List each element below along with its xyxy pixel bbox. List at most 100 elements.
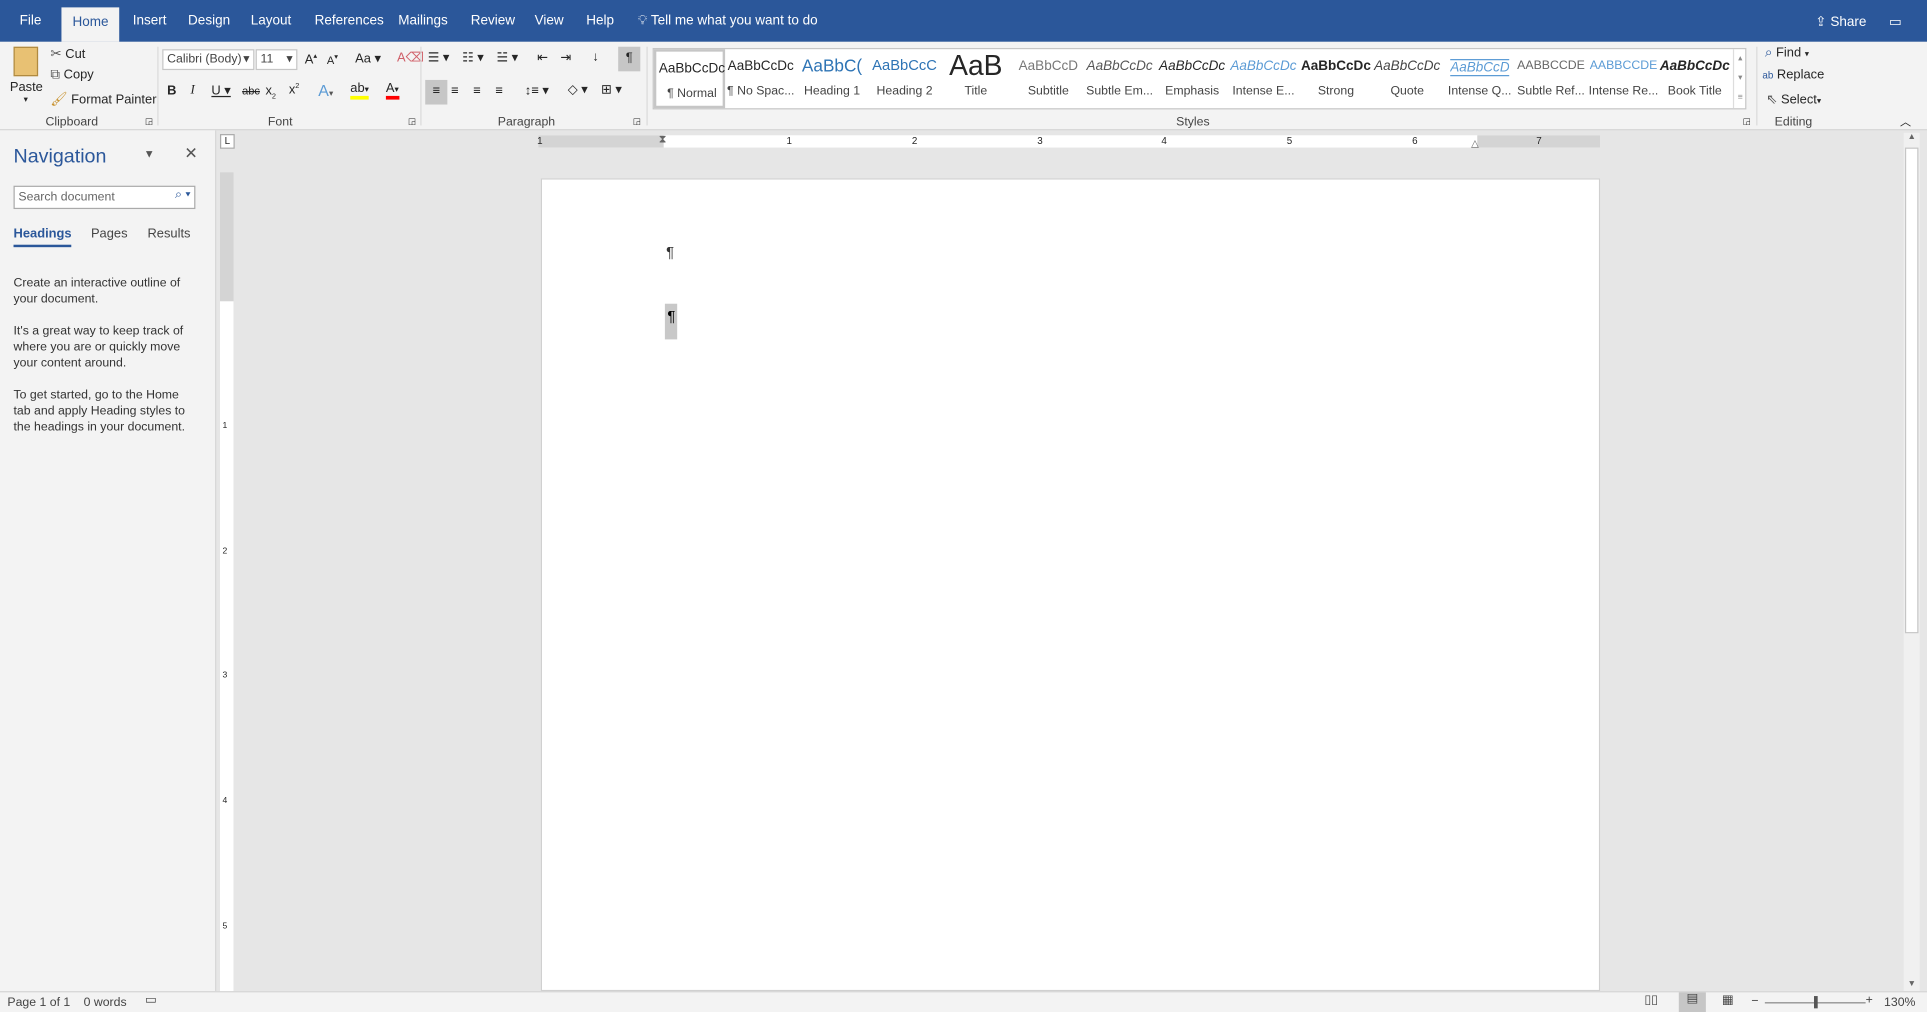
tab-results[interactable]: Results <box>147 226 190 241</box>
line-spacing-icon[interactable]: ↕≡ ▾ <box>525 84 549 99</box>
styles-scroll[interactable]: ▴ ▾ ≡ <box>1732 49 1747 109</box>
italic-icon[interactable]: I <box>190 84 194 98</box>
underline-icon[interactable]: U ▾ <box>211 84 230 99</box>
multilevel-list-icon[interactable]: ☱ ▾ <box>497 50 519 65</box>
font-launcher-icon[interactable]: ◲ <box>408 117 416 127</box>
style-name: Subtle Em... <box>1086 84 1154 99</box>
style-quote[interactable]: AaBbCcDc Quote <box>1372 49 1443 108</box>
tab-home[interactable]: Home <box>61 7 120 42</box>
tab-pages[interactable]: Pages <box>91 226 128 241</box>
find-button[interactable]: ⌕ Find ▾ <box>1765 45 1809 61</box>
style-intense-emphasis[interactable]: AaBbCcDc Intense E... <box>1228 49 1299 108</box>
search-input[interactable]: Search document ⌕ ▾ <box>13 185 196 210</box>
page-count[interactable]: Page 1 of 1 <box>7 996 70 1010</box>
style-emphasis[interactable]: AaBbCcDc Emphasis <box>1156 49 1227 108</box>
format-painter-button[interactable]: 🖌︎ Format Painter <box>50 91 156 107</box>
print-layout-icon[interactable]: ▤ <box>1678 992 1706 1012</box>
right-indent-marker-icon[interactable]: △ <box>1471 138 1479 149</box>
clipboard-launcher-icon[interactable]: ◲ <box>145 117 153 127</box>
scrollbar-thumb[interactable] <box>1904 147 1919 634</box>
document-page[interactable]: ¶ ¶ <box>540 178 1601 992</box>
increase-indent-icon[interactable]: ⇥ <box>560 50 571 65</box>
indent-marker-icon[interactable]: ⧗ <box>659 133 667 147</box>
collapse-ribbon-icon[interactable]: ︿ <box>1900 113 1911 129</box>
style-normal[interactable]: AaBbCcDc ¶ Normal <box>653 49 726 109</box>
share-button[interactable]: ⇪ Share <box>1815 14 1866 30</box>
style-subtle-emphasis[interactable]: AaBbCcDc Subtle Em... <box>1084 49 1155 108</box>
read-mode-icon[interactable]: ▯▯ <box>1644 994 1658 1008</box>
style-intense-quote[interactable]: AaBbCcDc Intense Q... <box>1444 49 1515 108</box>
align-right-icon[interactable]: ≡ <box>473 84 481 99</box>
tell-me-box[interactable]: 💡︎ Tell me what you want to do <box>638 14 818 30</box>
tab-insert[interactable]: Insert <box>133 14 167 29</box>
style-title[interactable]: AaB Title <box>940 49 1011 108</box>
proofing-icon[interactable]: ▭ <box>145 994 157 1008</box>
change-case-icon[interactable]: Aa ▾ <box>355 52 381 67</box>
font-name-combo[interactable]: Calibri (Body) ▾ <box>162 49 255 71</box>
align-left-icon[interactable]: ≡ <box>425 79 448 105</box>
tab-help[interactable]: Help <box>586 14 614 29</box>
pane-options-icon[interactable]: ▼ <box>144 148 155 160</box>
tab-references[interactable]: References <box>315 14 384 29</box>
tab-headings[interactable]: Headings <box>13 226 72 248</box>
tab-selector[interactable]: L <box>219 134 235 149</box>
tab-file[interactable]: File <box>20 14 42 29</box>
paragraph-launcher-icon[interactable]: ◲ <box>633 117 641 127</box>
comments-icon[interactable]: ▭ <box>1889 14 1902 30</box>
shrink-font-icon[interactable]: A▾ <box>327 53 338 66</box>
shading-icon[interactable]: ◇ ▾ <box>568 82 588 97</box>
font-size-combo[interactable]: 11 ▾ <box>255 49 298 71</box>
paste-button[interactable]: Paste ▾ <box>10 46 43 105</box>
style-intense-reference[interactable]: AABBCCDE Intense Re... <box>1588 49 1659 108</box>
subscript-icon[interactable]: x2 <box>265 84 276 101</box>
scroll-up-icon[interactable]: ▴ <box>1734 49 1746 69</box>
tab-mailings[interactable]: Mailings <box>398 14 448 29</box>
tab-view[interactable]: View <box>535 14 564 29</box>
tab-design[interactable]: Design <box>188 14 230 29</box>
search-icon[interactable]: ⌕ ▾ <box>175 188 190 202</box>
numbering-icon[interactable]: ☷ ▾ <box>462 50 484 65</box>
tab-layout[interactable]: Layout <box>251 14 292 29</box>
horizontal-ruler[interactable]: 1 1 2 3 4 5 6 7 ⧗ △ <box>537 133 1601 149</box>
bullets-icon[interactable]: ☰ ▾ <box>428 50 450 65</box>
justify-icon[interactable]: ≡ <box>495 84 503 99</box>
highlight-icon[interactable]: ab▾ <box>350 81 369 100</box>
close-icon[interactable]: ✕ <box>184 144 197 164</box>
cut-button[interactable]: ✂ Cut <box>50 45 85 62</box>
show-formatting-marks-icon[interactable]: ¶ <box>618 46 641 72</box>
style-subtitle[interactable]: AaBbCcD Subtitle <box>1013 49 1084 108</box>
borders-icon[interactable]: ⊞ ▾ <box>601 82 622 97</box>
style-book-title[interactable]: AaBbCcDc Book Title <box>1659 49 1730 108</box>
select-button[interactable]: ⇖ Select▾ <box>1766 91 1821 107</box>
sort-icon[interactable]: ↓ <box>592 49 598 64</box>
strikethrough-icon[interactable]: abc <box>242 85 260 97</box>
word-count[interactable]: 0 words <box>84 996 127 1010</box>
style-heading-2[interactable]: AaBbCcC Heading 2 <box>869 49 940 108</box>
zoom-slider-thumb[interactable] <box>1814 996 1818 1009</box>
style-heading-1[interactable]: AaBbC(Heading 1 <box>796 49 867 108</box>
bold-icon[interactable]: B <box>167 84 176 99</box>
vertical-ruler[interactable]: 1 2 3 4 5 <box>219 172 234 992</box>
superscript-icon[interactable]: x2 <box>289 82 300 97</box>
scroll-down-icon[interactable]: ▾ <box>1734 69 1746 89</box>
style-no-spacing[interactable]: AaBbCcDc ¶ No Spac... <box>725 49 796 108</box>
style-strong[interactable]: AaBbCcDc Strong <box>1300 49 1371 108</box>
font-color-icon[interactable]: A▾ <box>385 81 399 100</box>
text-effects-icon[interactable]: A▾ <box>318 81 333 99</box>
decrease-indent-icon[interactable]: ⇤ <box>537 50 548 65</box>
scroll-down-icon[interactable]: ▼ <box>1904 980 1920 989</box>
scroll-up-icon[interactable]: ▲ <box>1904 133 1920 142</box>
zoom-level[interactable]: 130% <box>1884 996 1915 1010</box>
style-subtle-reference[interactable]: AABBCCDE Subtle Ref... <box>1515 49 1586 108</box>
more-styles-icon[interactable]: ≡ <box>1734 89 1746 109</box>
web-layout-icon[interactable]: ▦ <box>1722 994 1734 1008</box>
styles-launcher-icon[interactable]: ◲ <box>1743 117 1751 127</box>
zoom-in-icon[interactable]: + <box>1866 994 1873 1008</box>
replace-button[interactable]: ab Replace <box>1762 68 1824 83</box>
copy-button[interactable]: ⧉ Copy <box>50 68 93 84</box>
tab-review[interactable]: Review <box>471 14 515 29</box>
vertical-scrollbar[interactable]: ▲ ▼ <box>1903 132 1920 992</box>
grow-font-icon[interactable]: A▴ <box>305 52 317 67</box>
zoom-out-icon[interactable]: − <box>1751 995 1758 1009</box>
align-center-icon[interactable]: ≡ <box>451 84 459 99</box>
